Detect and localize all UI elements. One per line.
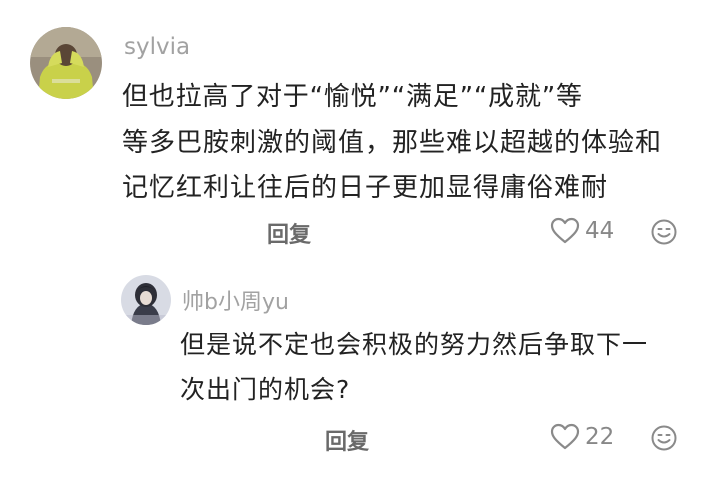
like-count: 44 (585, 218, 615, 244)
comment-text-line: 等多巴胺刺激的阈值，那些难以超越的体验和 (122, 128, 663, 158)
emoji-reaction-button[interactable] (650, 218, 678, 246)
username[interactable]: sylvia (124, 34, 190, 60)
like-button[interactable]: 44 (550, 217, 614, 245)
comment-text-line: 但也拉高了对于“愉悦”“满足”“成就”等 (122, 82, 583, 112)
comment-text-line: 但是说不定也会积极的努力然后争取下一 (180, 330, 649, 359)
heart-outline-icon (550, 423, 585, 451)
like-count: 22 (585, 424, 615, 450)
heart-outline-icon (550, 217, 585, 245)
like-button[interactable]: 22 (550, 423, 614, 451)
comment-text-line: 次出门的机会? (180, 375, 351, 404)
smiley-face-icon (650, 218, 678, 246)
username[interactable]: 帅b小周yu (182, 284, 289, 316)
reply-button[interactable]: 回复 (267, 217, 311, 249)
avatar[interactable] (30, 27, 102, 99)
avatar[interactable] (121, 275, 171, 325)
emoji-reaction-button[interactable] (650, 424, 678, 452)
reply-button[interactable]: 回复 (325, 424, 369, 456)
comment-text-line: 记忆红利让往后的日子更加显得庸俗难耐 (122, 173, 609, 203)
smiley-face-icon (650, 424, 678, 452)
